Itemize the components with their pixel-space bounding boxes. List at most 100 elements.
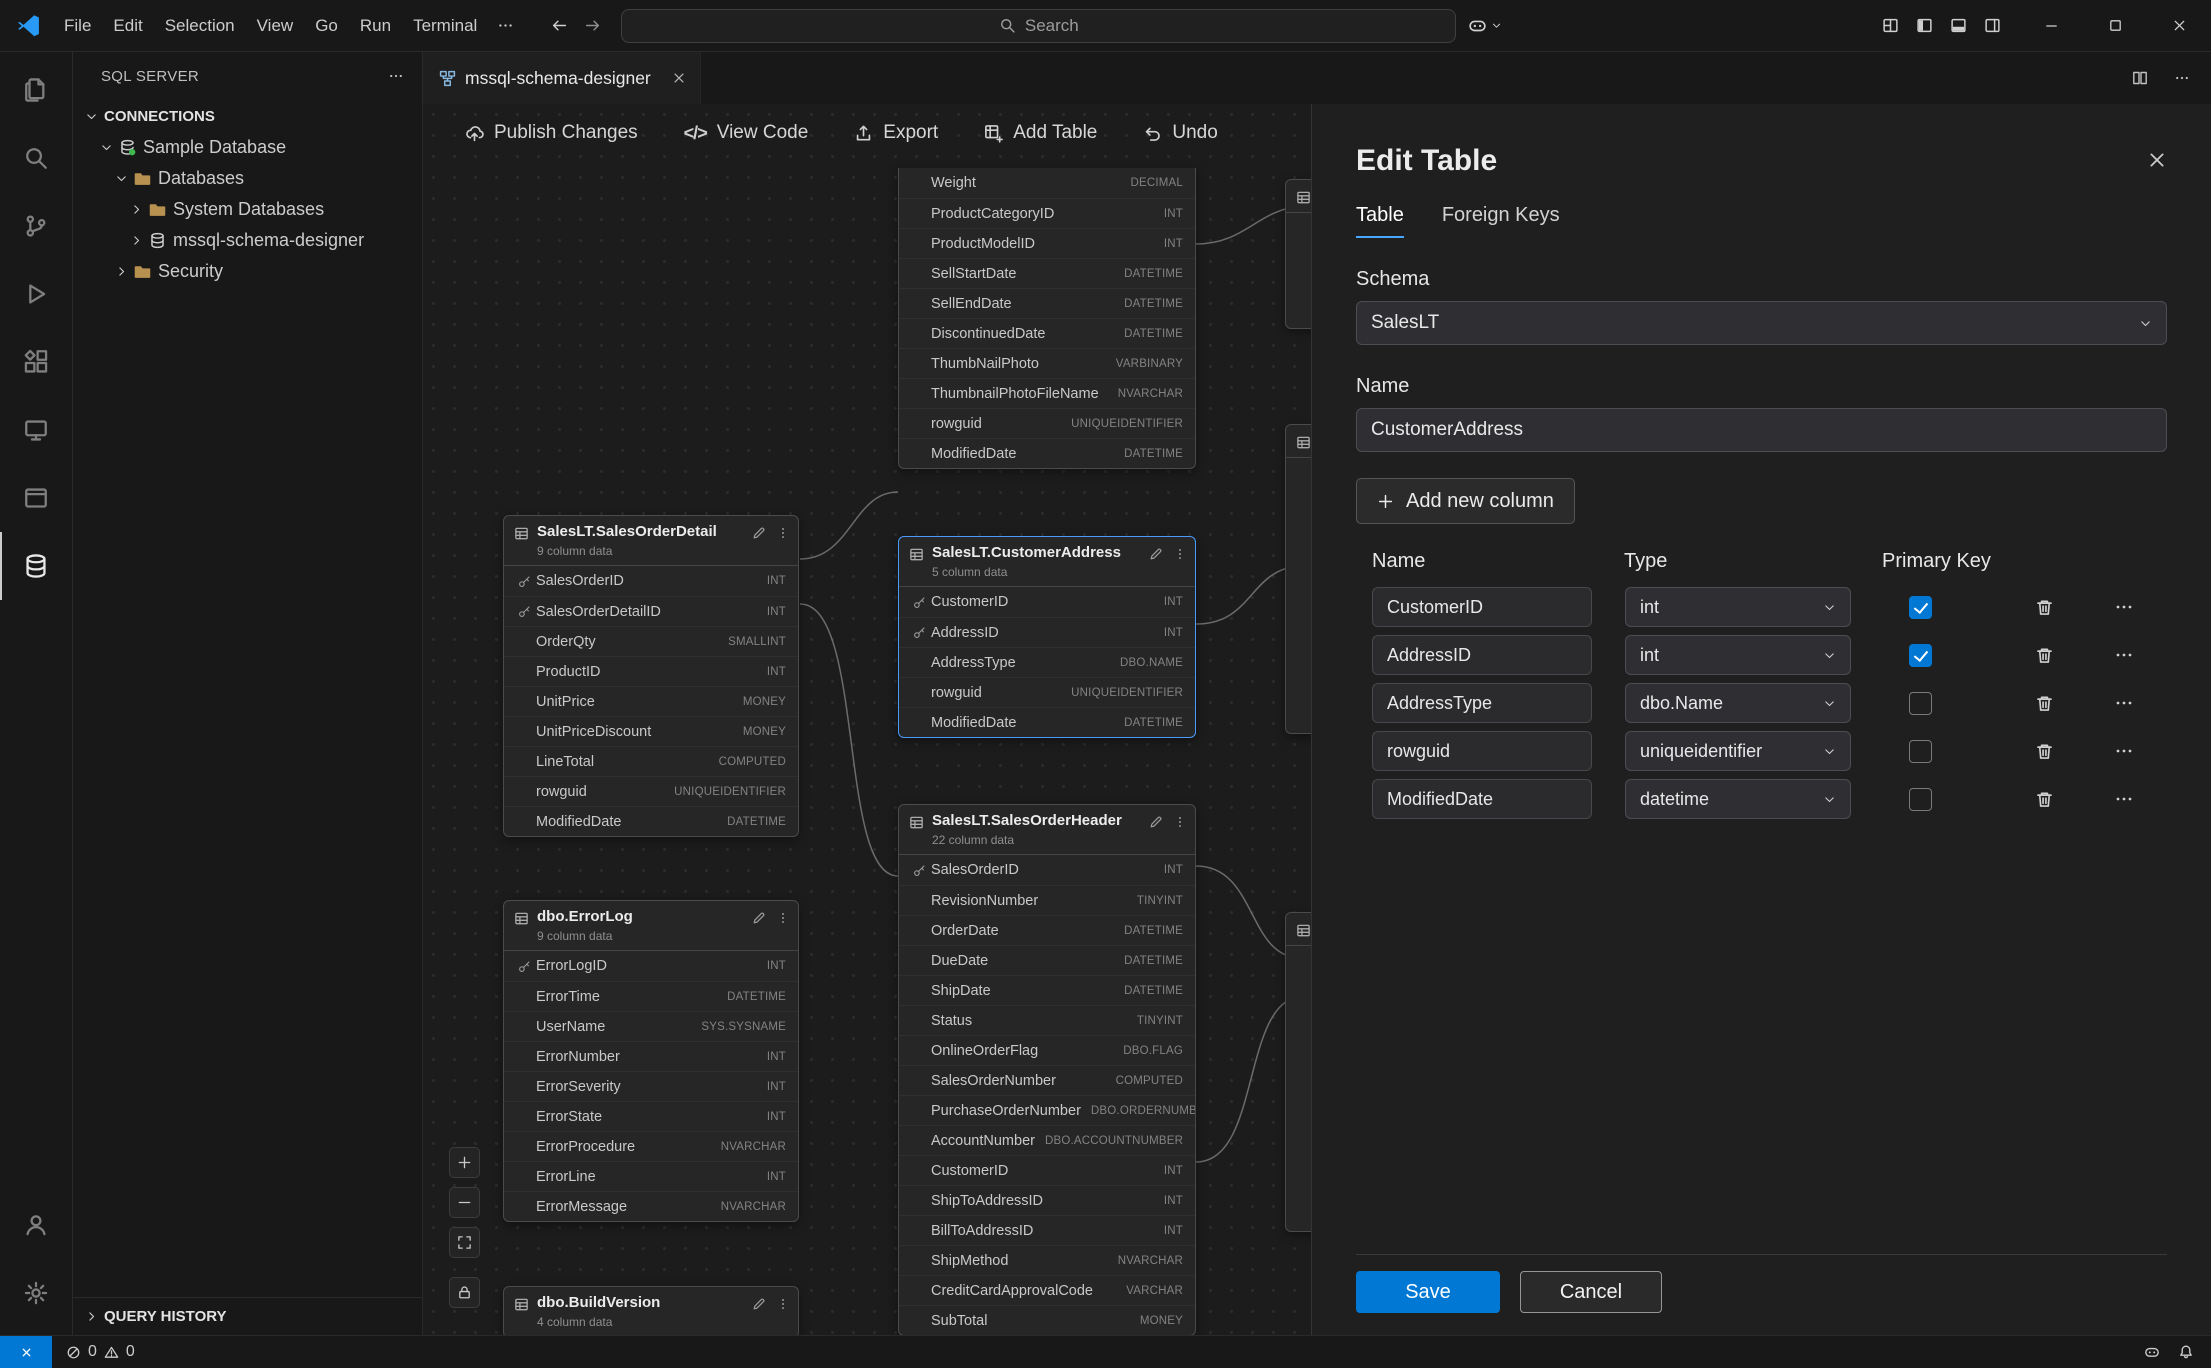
column-name-input[interactable]: AddressID	[1372, 635, 1592, 675]
tab-mssql-schema-designer[interactable]: mssql-schema-designer	[423, 52, 701, 104]
activitybar-explorer-button[interactable]	[0, 56, 72, 124]
primary-key-checkbox[interactable]	[1909, 740, 1932, 763]
table-more-icon[interactable]	[776, 911, 790, 925]
table-more-icon[interactable]	[1173, 815, 1187, 829]
column-more-button[interactable]	[2104, 587, 2144, 627]
code-button[interactable]: </>View Code	[684, 116, 809, 150]
copilot-status-button[interactable]	[2135, 1336, 2169, 1368]
activitybar-settings-button[interactable]	[0, 1259, 72, 1327]
column-type-select[interactable]: uniqueidentifier	[1625, 731, 1851, 771]
canvas-table-saleslt-customeraddress[interactable]: SalesLT.CustomerAddress5 column dataCust…	[898, 536, 1196, 738]
delete-column-button[interactable]	[2024, 587, 2064, 627]
tab-close-icon[interactable]	[672, 71, 686, 85]
delete-column-button[interactable]	[2024, 683, 2064, 723]
add-table-button[interactable]: Add Table	[984, 116, 1097, 150]
menu-view[interactable]: View	[246, 10, 305, 42]
primary-key-checkbox[interactable]	[1909, 596, 1932, 619]
notifications-bell-button[interactable]	[2169, 1336, 2203, 1368]
toggle-secondary-sidebar-button[interactable]	[1984, 17, 2001, 34]
edit-table-icon[interactable]	[752, 911, 766, 925]
activitybar-search-button[interactable]	[0, 124, 72, 192]
customize-layout-button[interactable]	[1882, 17, 1899, 34]
tree-item-mssql-schema-designer[interactable]: mssql-schema-designer	[73, 225, 422, 256]
panel-tab-foreign-keys[interactable]: Foreign Keys	[1442, 204, 1560, 238]
save-button[interactable]: Save	[1356, 1271, 1500, 1313]
canvas-table-partial-right[interactable]	[1285, 912, 1311, 1232]
menu-edit[interactable]: Edit	[102, 10, 153, 42]
delete-column-button[interactable]	[2024, 731, 2064, 771]
activitybar-accounts-button[interactable]	[0, 1191, 72, 1259]
table-more-icon[interactable]	[1173, 547, 1187, 561]
maximize-button[interactable]	[2083, 0, 2147, 51]
tree-item-system-databases[interactable]: System Databases	[73, 194, 422, 225]
sidebar-more-button[interactable]	[388, 68, 404, 84]
menu-more-button[interactable]	[488, 17, 523, 34]
canvas-table-dbo-buildversion[interactable]: dbo.BuildVersion4 column data	[503, 1286, 799, 1335]
zoom-out-button[interactable]	[449, 1187, 480, 1218]
toggle-panel-button[interactable]	[1950, 17, 1967, 34]
activitybar-workspace-button[interactable]	[0, 464, 72, 532]
menu-selection[interactable]: Selection	[154, 10, 246, 42]
activitybar-source-control-button[interactable]	[0, 192, 72, 260]
column-type-select[interactable]: datetime	[1625, 779, 1851, 819]
edit-table-icon[interactable]	[752, 526, 766, 540]
tree-item-sample-database[interactable]: Sample Database	[73, 132, 422, 163]
column-name-input[interactable]: CustomerID	[1372, 587, 1592, 627]
close-button[interactable]	[2147, 0, 2211, 51]
canvas-table-saleslt-salesorderdetail[interactable]: SalesLT.SalesOrderDetail9 column dataSal…	[503, 515, 799, 837]
canvas-table-partial-right[interactable]	[1285, 424, 1311, 734]
menu-terminal[interactable]: Terminal	[402, 10, 488, 42]
add-new-column-button[interactable]: Add new column	[1356, 478, 1575, 524]
primary-key-checkbox[interactable]	[1909, 644, 1932, 667]
lock-canvas-button[interactable]	[449, 1277, 480, 1308]
edit-table-icon[interactable]	[1149, 547, 1163, 561]
primary-key-checkbox[interactable]	[1909, 692, 1932, 715]
tree-item-databases[interactable]: Databases	[73, 163, 422, 194]
schema-select[interactable]: SalesLT	[1356, 301, 2167, 345]
remote-indicator-button[interactable]	[0, 1336, 52, 1368]
copilot-button[interactable]	[1468, 16, 1502, 35]
delete-column-button[interactable]	[2024, 635, 2064, 675]
split-editor-button[interactable]	[2119, 52, 2161, 104]
zoom-in-button[interactable]	[449, 1147, 480, 1178]
editor-more-actions-button[interactable]	[2161, 52, 2203, 104]
column-more-button[interactable]	[2104, 779, 2144, 819]
table-more-icon[interactable]	[776, 1297, 790, 1311]
column-type-select[interactable]: int	[1625, 587, 1851, 627]
canvas-table-dbo-errorlog[interactable]: dbo.ErrorLog9 column dataErrorLogIDINTEr…	[503, 900, 799, 1222]
undo-button[interactable]: Undo	[1143, 116, 1217, 150]
cancel-button[interactable]: Cancel	[1520, 1271, 1662, 1313]
fit-view-button[interactable]	[449, 1227, 480, 1258]
export-button[interactable]: Export	[854, 116, 938, 150]
back-button[interactable]	[551, 17, 568, 34]
table-name-input[interactable]: CustomerAddress	[1356, 408, 2167, 452]
query-history-section-header[interactable]: QUERY HISTORY	[73, 1297, 422, 1335]
column-name-input[interactable]: AddressType	[1372, 683, 1592, 723]
menu-go[interactable]: Go	[304, 10, 349, 42]
command-center-search[interactable]: Search	[621, 9, 1456, 43]
column-more-button[interactable]	[2104, 635, 2144, 675]
activitybar-run-and-debug-button[interactable]	[0, 260, 72, 328]
column-more-button[interactable]	[2104, 683, 2144, 723]
connections-section-header[interactable]: CONNECTIONS	[73, 100, 422, 132]
schema-designer-canvas[interactable]: WeightDECIMALProductCategoryIDINTProduct…	[423, 104, 1311, 1335]
primary-key-checkbox[interactable]	[1909, 788, 1932, 811]
column-type-select[interactable]: int	[1625, 635, 1851, 675]
activitybar-extensions-button[interactable]	[0, 328, 72, 396]
minimize-button[interactable]	[2019, 0, 2083, 51]
activitybar-remote-explorer-button[interactable]	[0, 396, 72, 464]
panel-close-button[interactable]	[2147, 150, 2167, 170]
problems-status[interactable]: 0 0	[52, 1343, 149, 1361]
activitybar-sql-server-button[interactable]	[0, 532, 72, 600]
tree-item-security[interactable]: Security	[73, 256, 422, 287]
edit-table-icon[interactable]	[1149, 815, 1163, 829]
canvas-table-partial-right[interactable]	[1285, 179, 1311, 329]
column-type-select[interactable]: dbo.Name	[1625, 683, 1851, 723]
canvas-table-saleslt-salesorderheader[interactable]: SalesLT.SalesOrderHeader22 column dataSa…	[898, 804, 1196, 1335]
forward-button[interactable]	[584, 17, 601, 34]
menu-file[interactable]: File	[53, 10, 102, 42]
delete-column-button[interactable]	[2024, 779, 2064, 819]
menu-run[interactable]: Run	[349, 10, 402, 42]
toggle-primary-sidebar-button[interactable]	[1916, 17, 1933, 34]
panel-tab-table[interactable]: Table	[1356, 204, 1404, 238]
